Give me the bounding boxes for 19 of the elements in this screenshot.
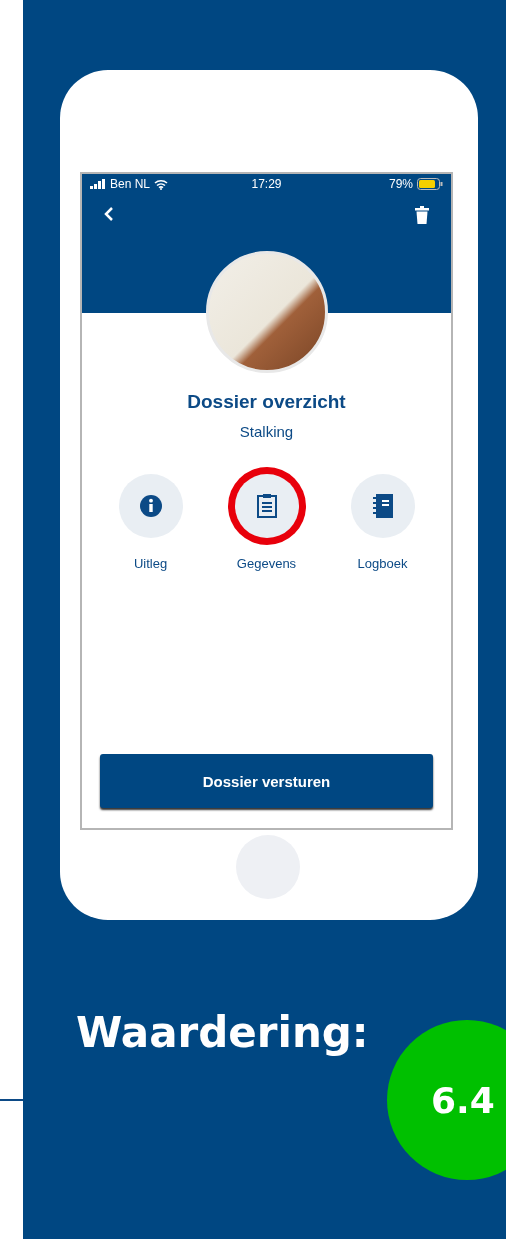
action-label: Logboek [357,556,408,571]
clipboard-icon [255,493,278,519]
action-label: Gegevens [236,556,297,571]
back-icon[interactable] [104,206,114,222]
screen-title: Dossier overzicht [187,391,346,413]
score-value: 6.4 [431,1079,495,1121]
action-label: Uitleg [133,556,168,571]
status-time: 17:29 [251,177,282,191]
wifi-icon [154,178,169,190]
send-button[interactable]: Dossier versturen [100,754,433,808]
rating-label: Waardering: [76,1008,369,1057]
battery-icon [417,178,443,190]
notebook-icon [371,493,394,519]
battery-percent: 79% [388,177,413,191]
signal-icon [90,179,106,189]
screen-subtitle: Stalking [239,423,294,440]
carrier-name: Ben NL [110,177,151,191]
trash-icon[interactable] [415,206,429,224]
info-icon [138,494,163,518]
